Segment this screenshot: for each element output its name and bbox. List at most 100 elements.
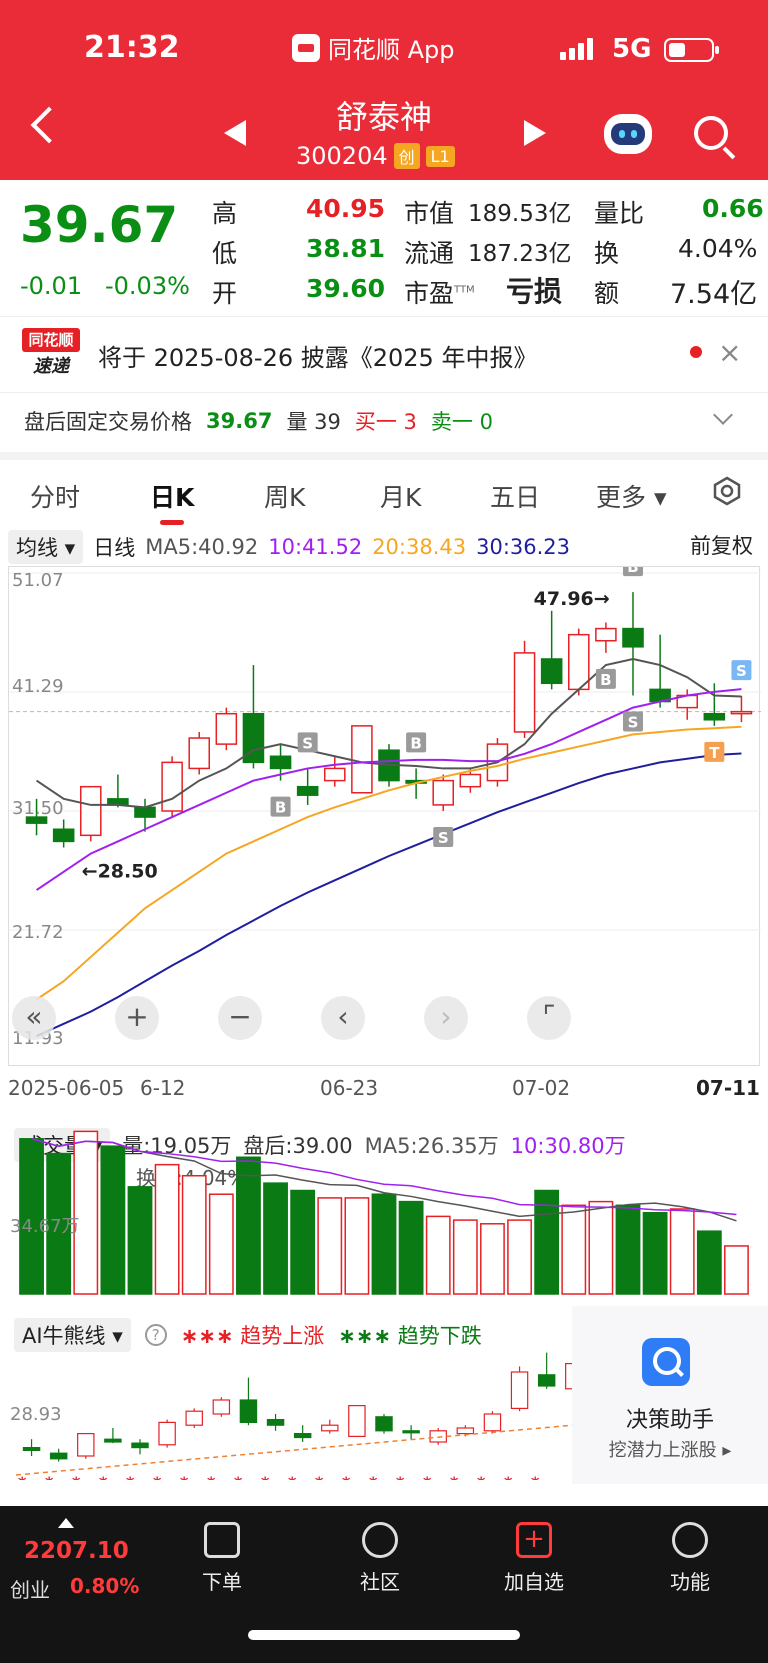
vr-label: 量比 [594,199,645,228]
tab-daily[interactable]: 日K [150,478,194,514]
ai-candle-body [348,1404,366,1437]
home-indicator [248,1630,520,1640]
trade-marker-label: S [736,662,747,680]
tab-more[interactable]: 更多 ▾ [596,478,667,514]
volume-bar [290,1189,316,1295]
open-value: 39.60 [306,274,386,303]
ai-trend-star: * [126,1473,135,1480]
app-label: 同花顺 App [328,36,455,64]
candle-body [432,779,455,806]
ai-trend-star: * [45,1473,54,1480]
fullscreen-icon[interactable]: ⌜ [527,996,571,1040]
nav-functions[interactable]: 功能 [640,1522,740,1595]
tab-monthly[interactable]: 月K [380,478,421,514]
change-percent: -0.03% [105,272,190,300]
nav-order[interactable]: 下单 [172,1522,272,1595]
ai-candle-body [429,1430,447,1443]
nav-community[interactable]: 社区 [330,1522,430,1595]
candle-body [513,652,536,733]
close-icon[interactable]: × [718,336,741,369]
network-label: 5G [612,34,652,64]
mcap-label: 市值 [404,199,455,228]
news-headline[interactable]: 将于 2025-08-26 披露《2025 年中报》 [98,338,537,373]
trade-marker-label: S [302,734,313,752]
volume-bar [480,1223,505,1295]
index-value[interactable]: 2207.10 [24,1538,129,1564]
pe-value: 亏损 [506,275,563,308]
expand-up-icon[interactable] [58,1518,74,1528]
divider [0,392,768,393]
pe-label: 市盈TTM [404,279,475,308]
scroll-right-icon[interactable]: › [424,996,468,1040]
app-indicator: 同花顺 App [292,30,455,65]
ai-candle-body [22,1447,41,1452]
battery-icon [664,38,719,62]
volume-bar [181,1174,207,1295]
after-hours-row[interactable]: 盘后固定交易价格 39.67 量 39 买一 3 卖一 0 [24,406,493,436]
news-logo: 同花顺 速递 [22,328,80,380]
tab-minute[interactable]: 分时 [30,478,80,514]
decision-assistant-card[interactable]: 决策助手 挖潜力上涨股 ▸ [572,1306,768,1484]
unread-dot [690,346,702,358]
y-tick: 21.72 [12,922,64,943]
candle-body [595,627,617,642]
settings-hex-icon[interactable] [712,476,742,506]
trade-marker-label: T [709,744,720,762]
candle-body [296,785,319,796]
nav-add-watchlist[interactable]: + 加自选 [484,1522,584,1595]
ma30-line [36,752,742,1037]
signal-icon [560,36,593,60]
order-icon [204,1522,240,1558]
ai-trend-star: * [342,1473,351,1480]
ai-trend-star: * [396,1473,405,1480]
next-stock-icon[interactable] [524,120,546,146]
status-time: 21:32 [84,30,180,65]
period-label: 日线 [93,536,136,560]
kline-chart[interactable]: 47.96→ ←28.50 S B B S B S B S T [8,556,761,1066]
ma-legend: 均线 ▾ 日线 MA5:40.92 10:41.52 20:38.43 30:3… [8,530,570,564]
volume-bar [100,1145,126,1295]
volume-bar [425,1215,451,1295]
candle-body [323,767,346,782]
stock-name: 舒泰神 [335,98,432,136]
open-label: 开 [212,279,238,308]
tab-five-day[interactable]: 五日 [490,478,540,514]
community-icon [362,1522,398,1558]
ai-trend-star: * [450,1473,459,1480]
candle-body [540,658,563,685]
indicator-selector[interactable]: 均线 ▾ [8,530,84,564]
ai-trend-star: * [423,1473,432,1480]
volume-bar [452,1219,478,1295]
volume-bar [588,1200,614,1295]
candle-body [622,627,644,648]
zoom-in-icon[interactable]: + [115,996,159,1040]
ai-trend-star: * [531,1473,540,1480]
ai-trend-star: * [99,1473,108,1480]
ai-trend-star: * [153,1473,162,1480]
zoom-out-icon[interactable]: − [218,996,262,1040]
search-icon[interactable] [694,116,728,150]
volume-chart[interactable] [8,1118,760,1296]
candle-body [269,755,292,770]
x-label: 2025-06-05 [8,1076,125,1100]
ma10-value: 10:41.52 [268,535,363,559]
ai-candle-body [158,1421,176,1446]
ai-candle-body [131,1442,149,1449]
chevron-down-icon[interactable] [713,405,733,425]
amount-label: 额 [594,279,620,308]
robot-assistant-icon[interactable] [604,114,652,154]
ai-trend-star: * [234,1473,243,1480]
index-change: 0.80% [70,1574,140,1598]
volume-bar [344,1197,370,1295]
adjust-toggle[interactable]: 前复权 [690,530,753,560]
ai-candle-body [402,1430,420,1434]
tab-weekly[interactable]: 周K [264,478,305,514]
fast-back-icon[interactable]: « [12,996,56,1040]
y-tick: 51.07 [12,570,64,591]
ai-trend-star: * [504,1473,513,1480]
ai-candle-body [293,1432,312,1439]
ai-trend-star: * [315,1473,324,1480]
volume-bar [507,1219,532,1295]
turnover-label: 换 [594,239,620,268]
scroll-left-icon[interactable]: ‹ [321,996,365,1040]
